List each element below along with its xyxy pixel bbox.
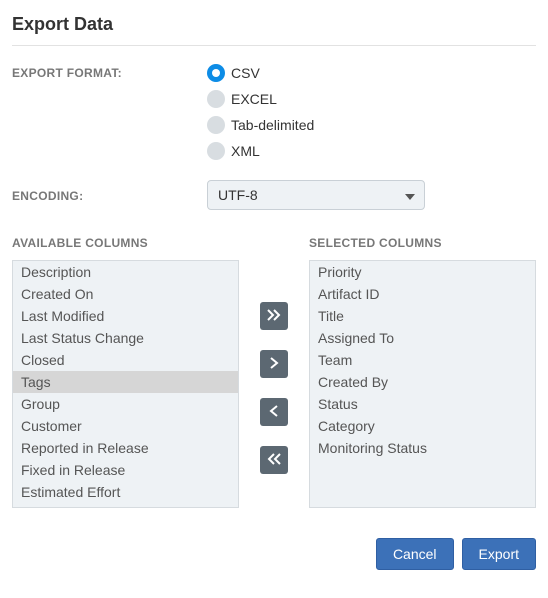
radio-icon: [207, 90, 225, 108]
export-format-label: EXPORT FORMAT:: [12, 64, 207, 80]
columns-area: AVAILABLE COLUMNS DescriptionCreated OnL…: [12, 236, 536, 508]
chevron-double-right-icon: [267, 309, 281, 324]
move-right-button[interactable]: [260, 350, 288, 378]
list-item[interactable]: Priority: [310, 261, 535, 283]
format-radio-xml[interactable]: XML: [207, 142, 536, 160]
list-item[interactable]: Closed: [13, 349, 238, 371]
list-item[interactable]: Artifact ID: [310, 283, 535, 305]
export-button[interactable]: Export: [462, 538, 536, 570]
move-left-button[interactable]: [260, 398, 288, 426]
list-item[interactable]: Monitoring Status: [310, 437, 535, 459]
chevron-right-icon: [269, 357, 279, 372]
export-format-row: EXPORT FORMAT: CSV EXCEL Tab-delimited X…: [12, 64, 536, 160]
divider: [12, 45, 536, 46]
radio-icon: [207, 142, 225, 160]
list-item[interactable]: Actual Effort: [13, 503, 238, 508]
radio-icon: [207, 64, 225, 82]
list-item[interactable]: Reported in Release: [13, 437, 238, 459]
export-format-group: CSV EXCEL Tab-delimited XML: [207, 64, 536, 160]
encoding-select[interactable]: UTF-8: [207, 180, 425, 210]
encoding-label: ENCODING:: [12, 187, 207, 203]
list-item[interactable]: Fixed in Release: [13, 459, 238, 481]
transfer-buttons: [239, 236, 309, 508]
format-radio-csv[interactable]: CSV: [207, 64, 536, 82]
move-all-left-button[interactable]: [260, 446, 288, 474]
encoding-control: UTF-8: [207, 180, 536, 210]
dialog-title: Export Data: [12, 14, 536, 45]
selected-columns-list[interactable]: PriorityArtifact IDTitleAssigned ToTeamC…: [309, 260, 536, 508]
list-item[interactable]: Title: [310, 305, 535, 327]
list-item[interactable]: Customer: [13, 415, 238, 437]
selected-block: SELECTED COLUMNS PriorityArtifact IDTitl…: [309, 236, 536, 508]
radio-icon: [207, 116, 225, 134]
encoding-value: UTF-8: [218, 187, 258, 203]
available-columns-list[interactable]: DescriptionCreated OnLast ModifiedLast S…: [12, 260, 239, 508]
list-item[interactable]: Group: [13, 393, 238, 415]
list-item[interactable]: Created By: [310, 371, 535, 393]
list-item[interactable]: Status: [310, 393, 535, 415]
list-item[interactable]: Team: [310, 349, 535, 371]
format-radio-tab[interactable]: Tab-delimited: [207, 116, 536, 134]
encoding-row: ENCODING: UTF-8: [12, 180, 536, 210]
radio-label: XML: [231, 143, 260, 159]
radio-label: Tab-delimited: [231, 117, 314, 133]
move-all-right-button[interactable]: [260, 302, 288, 330]
list-item[interactable]: Estimated Effort: [13, 481, 238, 503]
encoding-select-wrap: UTF-8: [207, 180, 425, 210]
list-item[interactable]: Last Status Change: [13, 327, 238, 349]
radio-label: CSV: [231, 65, 260, 81]
list-item[interactable]: Description: [13, 261, 238, 283]
chevron-double-left-icon: [267, 453, 281, 468]
available-block: AVAILABLE COLUMNS DescriptionCreated OnL…: [12, 236, 239, 508]
list-item[interactable]: Created On: [13, 283, 238, 305]
available-heading: AVAILABLE COLUMNS: [12, 236, 239, 250]
export-data-dialog: Export Data EXPORT FORMAT: CSV EXCEL Tab…: [0, 0, 548, 590]
cancel-button[interactable]: Cancel: [376, 538, 454, 570]
list-item[interactable]: Last Modified: [13, 305, 238, 327]
radio-label: EXCEL: [231, 91, 277, 107]
list-item[interactable]: Assigned To: [310, 327, 535, 349]
chevron-left-icon: [269, 405, 279, 420]
list-item[interactable]: Category: [310, 415, 535, 437]
format-radio-excel[interactable]: EXCEL: [207, 90, 536, 108]
dialog-footer: Cancel Export: [12, 538, 536, 570]
selected-heading: SELECTED COLUMNS: [309, 236, 536, 250]
list-item[interactable]: Tags: [13, 371, 238, 393]
